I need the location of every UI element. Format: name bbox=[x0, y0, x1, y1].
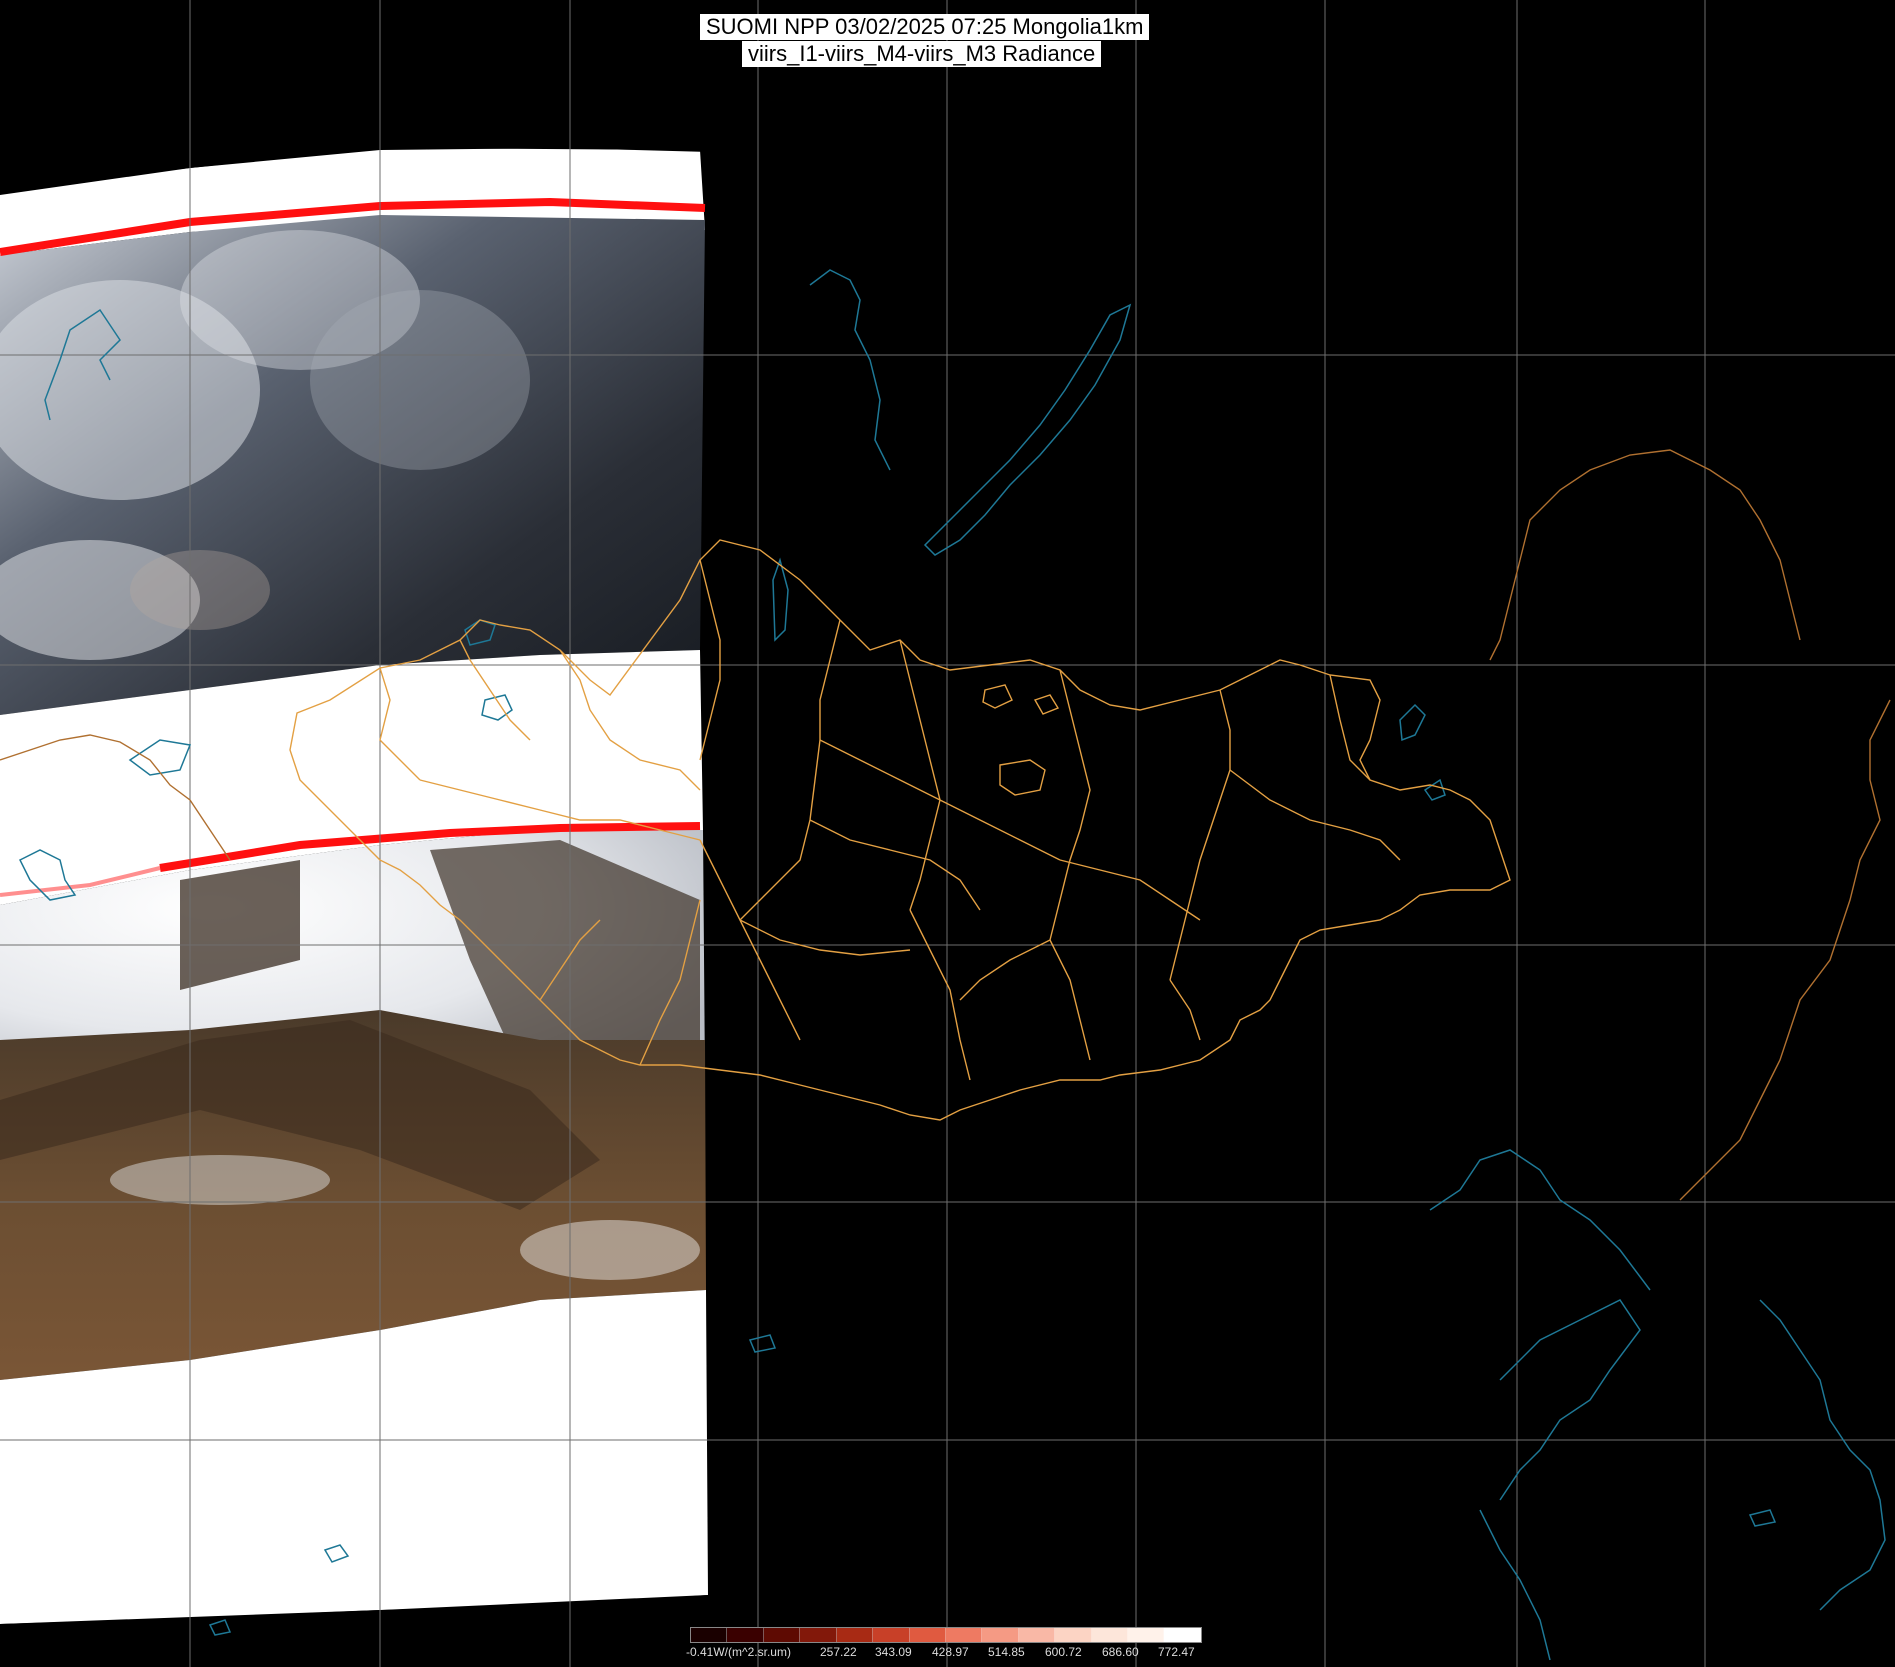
colorbar-tick-3: 428.97 bbox=[932, 1645, 969, 1659]
colorbar-segment-3 bbox=[763, 1628, 801, 1642]
colorbar-tick-1: 257.22 bbox=[820, 1645, 857, 1659]
map-title-line-2: viirs_I1-viirs_M4-viirs_M3 Radiance bbox=[742, 41, 1102, 67]
colorbar-segment-1 bbox=[691, 1628, 728, 1642]
colorbar-segment-13 bbox=[1128, 1628, 1165, 1642]
colorbar-segment-10 bbox=[1018, 1628, 1056, 1642]
colorbar-segment-2 bbox=[727, 1628, 764, 1642]
colorbar-segment-14 bbox=[1164, 1628, 1201, 1642]
satellite-map bbox=[0, 0, 1895, 1667]
colorbar-tick-6: 686.60 bbox=[1102, 1645, 1139, 1659]
colorbar-tick-7: 772.47 bbox=[1158, 1645, 1195, 1659]
colorbar-tick-2: 343.09 bbox=[875, 1645, 912, 1659]
colorbar-tick-4: 514.85 bbox=[988, 1645, 1025, 1659]
colorbar-segment-5 bbox=[836, 1628, 874, 1642]
colorbar-segment-9 bbox=[982, 1628, 1019, 1642]
colorbar-tick-5: 600.72 bbox=[1045, 1645, 1082, 1659]
colorbar-segment-12 bbox=[1091, 1628, 1129, 1642]
map-title-line-1: SUOMI NPP 03/02/2025 07:25 Mongolia1km bbox=[700, 14, 1150, 40]
colorbar-segment-4 bbox=[800, 1628, 837, 1642]
colorbar-labels: -0.41W/(m^2.sr.um) 257.22 343.09 428.97 … bbox=[686, 1645, 1210, 1661]
satellite-swath bbox=[0, 148, 708, 1624]
colorbar-unit-label: -0.41W/(m^2.sr.um) bbox=[686, 1645, 791, 1659]
colorbar-segment-8 bbox=[945, 1628, 983, 1642]
colorbar-segment-6 bbox=[873, 1628, 910, 1642]
radiance-colorbar bbox=[690, 1627, 1202, 1643]
colorbar-segment-7 bbox=[909, 1628, 946, 1642]
colorbar-segment-11 bbox=[1055, 1628, 1092, 1642]
